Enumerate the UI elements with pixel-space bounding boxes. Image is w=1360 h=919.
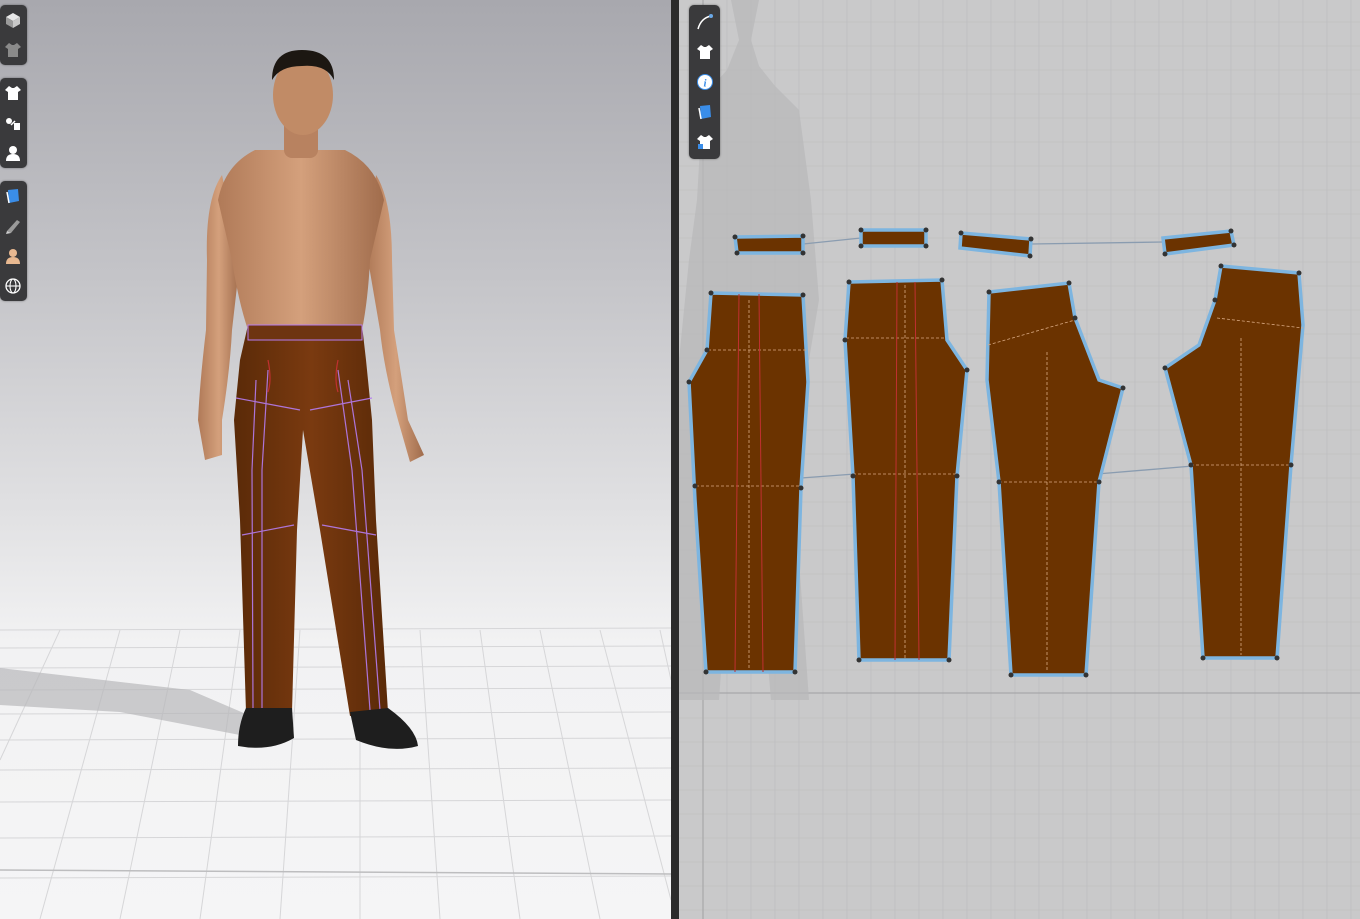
avatar-figure[interactable]	[198, 50, 424, 749]
3d-scene[interactable]	[0, 0, 671, 919]
texture-2d-icon[interactable]	[689, 97, 720, 127]
avatar-shadow	[0, 668, 260, 735]
show-garment-icon[interactable]	[0, 78, 26, 108]
3d-view-icon[interactable]	[0, 5, 26, 35]
pattern-back-right[interactable]	[1162, 264, 1305, 660]
skin-icon[interactable]	[0, 241, 26, 271]
pattern-front-right[interactable]	[843, 278, 969, 662]
pattern-waistband-4[interactable]	[1161, 229, 1237, 256]
render-toolbar	[0, 181, 27, 301]
segment-line-icon[interactable]	[689, 7, 720, 37]
2d-pattern-viewport[interactable]: i	[679, 0, 1360, 919]
show-avatar-icon[interactable]	[0, 138, 26, 168]
lock-garment-icon[interactable]	[689, 127, 720, 157]
texture-icon[interactable]	[0, 181, 26, 211]
2d-pattern-canvas[interactable]	[679, 0, 1360, 919]
view-toolbar	[0, 5, 27, 65]
floor-axis	[0, 869, 671, 875]
environment-globe-icon[interactable]	[0, 271, 26, 301]
pattern-toolbar: i	[689, 5, 720, 159]
fabric-render-icon[interactable]	[0, 211, 26, 241]
pattern-waistband-3[interactable]	[958, 231, 1033, 258]
show-garment-2d-icon[interactable]	[689, 37, 720, 67]
floor-grid	[0, 627, 671, 919]
garment-simulate-icon[interactable]	[0, 35, 26, 65]
pattern-waistband-1[interactable]	[733, 234, 805, 255]
viewport-divider[interactable]	[671, 0, 679, 919]
3d-viewport[interactable]	[0, 0, 671, 919]
show-arrangement-icon[interactable]	[0, 108, 26, 138]
display-toolbar	[0, 78, 27, 168]
pattern-back-left[interactable]	[985, 281, 1126, 677]
pattern-waistband-2[interactable]	[859, 228, 928, 248]
info-icon[interactable]: i	[689, 67, 720, 97]
